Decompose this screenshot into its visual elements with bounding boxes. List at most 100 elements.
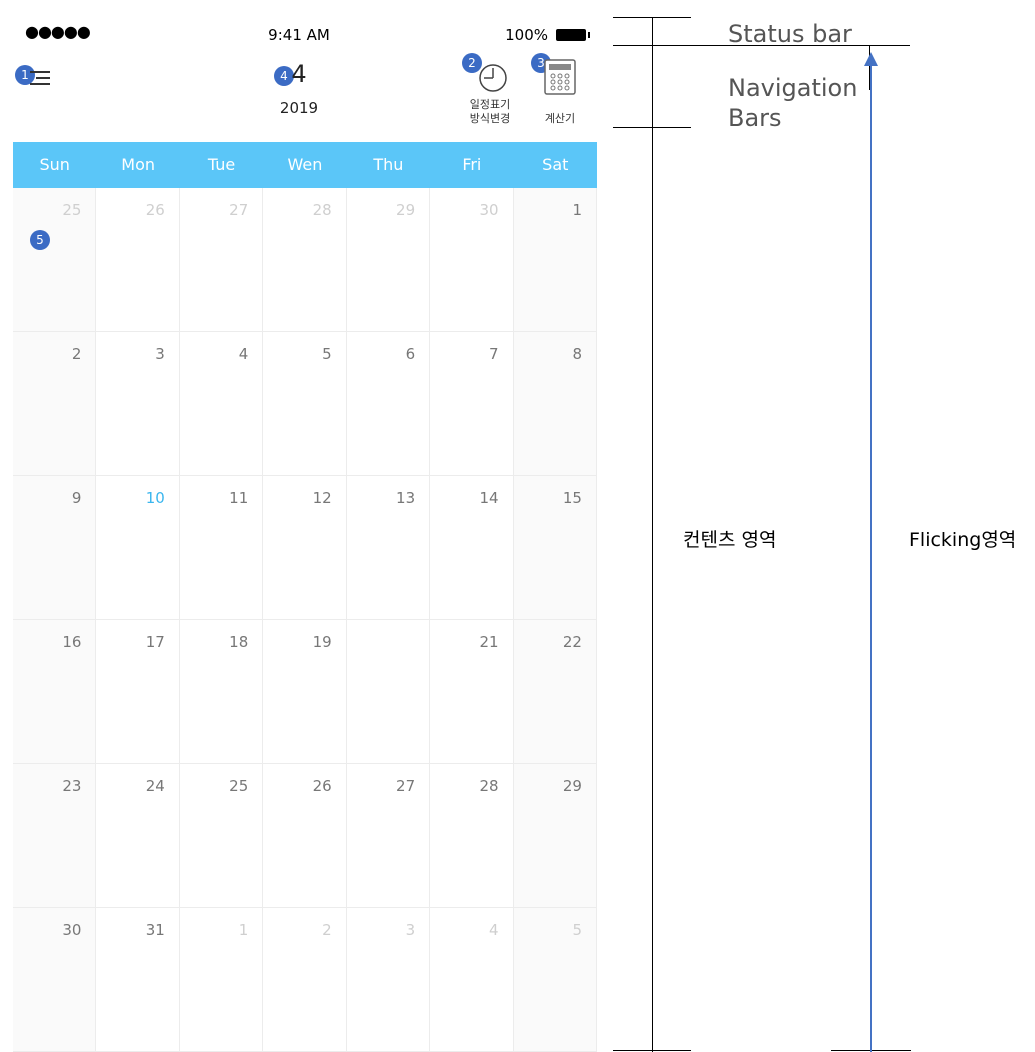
date-number: 14 [479, 489, 499, 507]
date-number: 5 [572, 921, 582, 939]
calendar-day-cell[interactable]: 29 [513, 764, 597, 908]
callout-badge-5: 5 [30, 230, 50, 250]
calendar-day-cell[interactable]: 16 [13, 620, 97, 764]
flicking-arrow-shaft [870, 62, 872, 1052]
date-number: 17 [145, 633, 165, 651]
weekday-fri: Fri [462, 155, 482, 174]
calendar-day-cell[interactable]: 2 [263, 908, 347, 1052]
calendar-day-cell[interactable]: 8 [513, 332, 597, 476]
arrow-up-icon [864, 52, 878, 66]
calendar-day-cell[interactable]: 22 [513, 620, 597, 764]
calendar-day-cell[interactable]: 2 [13, 332, 97, 476]
calendar-day-cell[interactable] [346, 620, 431, 764]
date-number: 27 [229, 201, 249, 219]
status-bar: ●●●●● 9:41 AM 100% [0, 0, 598, 46]
calendar-day-cell[interactable]: 29 [346, 188, 431, 332]
calculator-icon[interactable] [543, 58, 577, 96]
calendar-day-cell[interactable]: 28 [430, 764, 514, 908]
calendar-day-cell[interactable]: 26 [263, 764, 347, 908]
calendar-day-cell[interactable]: 4 [179, 332, 264, 476]
date-number: 27 [396, 777, 416, 795]
calculator-label[interactable]: 계산기 [535, 110, 585, 126]
date-number: 1 [238, 921, 249, 939]
weekday-wen: Wen [287, 155, 323, 174]
date-number: 16 [62, 633, 82, 651]
calendar-day-cell[interactable]: 5 [263, 332, 347, 476]
calendar-day-cell[interactable]: 15 [513, 476, 597, 620]
calendar-day-cell[interactable]: 5 [513, 908, 597, 1052]
content-bottom-line [613, 1050, 691, 1051]
navigation-annotation: Navigation Bars [728, 74, 858, 132]
calendar-day-cell[interactable]: 3 [96, 332, 180, 476]
date-number: 24 [145, 777, 165, 795]
battery-icon [556, 29, 590, 41]
date-number: 15 [562, 489, 582, 507]
date-number: 5 [322, 345, 332, 363]
calendar-day-cell[interactable]: 23 [13, 764, 97, 908]
calendar-day-cell[interactable]: 3 [346, 908, 431, 1052]
annotation-panel: Status bar Navigation Bars 컨텐츠 영역 Flicki… [598, 0, 1035, 1052]
content-bracket-line [652, 17, 653, 1052]
weekday-thu: Thu [373, 155, 404, 174]
date-number: 2 [71, 345, 82, 363]
date-number: 23 [62, 777, 82, 795]
calendar-day-cell[interactable]: 1 [179, 908, 264, 1052]
flicking-area-annotation: Flicking영역 [909, 529, 1017, 551]
calendar-day-cell[interactable]: 17 [96, 620, 180, 764]
phone-screen: ●●●●● 9:41 AM 100% 1 4 4 2019 2 일정표기 방식변… [0, 0, 598, 1052]
status-bar-annotation: Status bar [728, 20, 852, 48]
calendar-day-cell[interactable]: 1 [513, 188, 597, 332]
calendar-day-cell[interactable]: 21 [430, 620, 514, 764]
date-number: 28 [479, 777, 499, 795]
calendar-day-cell[interactable]: 30 [13, 908, 97, 1052]
date-number: 21 [479, 633, 499, 651]
calendar-day-cell[interactable]: 11 [179, 476, 264, 620]
schedule-view-toggle-icon[interactable] [476, 61, 510, 95]
calendar-day-cell[interactable]: 30 [430, 188, 514, 332]
calendar-day-cell[interactable]: 13 [346, 476, 431, 620]
calendar-day-cell[interactable]: 6 [346, 332, 431, 476]
calendar-day-cell[interactable]: 18 [179, 620, 264, 764]
date-number: 25 [229, 777, 249, 795]
calendar-grid: 25 26 27 28 29 30 1 2 3 4 5 6 7 8 9 10 11 12 13 14 15 16 17 18 1… [13, 188, 597, 1052]
date-number: 29 [396, 201, 416, 219]
calendar-day-cell[interactable]: 27 [179, 188, 264, 332]
calendar-day-cell[interactable]: 10 [96, 476, 180, 620]
calendar-day-cell[interactable]: 7 [430, 332, 514, 476]
calendar-day-cell[interactable]: 12 [263, 476, 347, 620]
date-number: 25 [62, 201, 82, 219]
date-number: 30 [62, 921, 82, 939]
calendar-day-cell[interactable]: 14 [430, 476, 514, 620]
calendar-day-cell[interactable]: 27 [346, 764, 431, 908]
date-number: 6 [405, 345, 416, 363]
weekday-mon: Mon [121, 155, 155, 174]
date-number: 3 [405, 921, 416, 939]
weekday-tue: Tue [207, 155, 236, 174]
date-number: 8 [572, 345, 582, 363]
date-number: 31 [145, 921, 165, 939]
schedule-view-toggle-label[interactable]: 일정표기 방식변경 [460, 98, 520, 126]
date-number: 11 [229, 489, 249, 507]
date-number: 26 [145, 201, 165, 219]
calendar-day-cell[interactable]: 19 [263, 620, 347, 764]
calendar-day-cell[interactable]: 25 [13, 188, 97, 332]
date-number: 22 [562, 633, 582, 651]
today-date-number: 10 [145, 489, 165, 507]
date-number: 13 [396, 489, 416, 507]
calendar-day-cell[interactable]: 4 [430, 908, 514, 1052]
content-area-annotation: 컨텐츠 영역 [683, 529, 777, 551]
date-number: 9 [71, 489, 82, 507]
calendar-day-cell[interactable]: 24 [96, 764, 180, 908]
date-number: 7 [489, 345, 499, 363]
date-number: 3 [155, 345, 165, 363]
date-number: 12 [312, 489, 332, 507]
date-number: 28 [312, 201, 332, 219]
calendar-day-cell[interactable]: 26 [96, 188, 180, 332]
date-number: 19 [312, 633, 332, 651]
calendar-day-cell[interactable]: 31 [96, 908, 180, 1052]
date-number: 4 [489, 921, 499, 939]
calendar-day-cell[interactable]: 28 [263, 188, 347, 332]
calendar-day-cell[interactable]: 25 [179, 764, 264, 908]
calendar-day-cell[interactable]: 9 [13, 476, 97, 620]
date-number: 2 [322, 921, 332, 939]
